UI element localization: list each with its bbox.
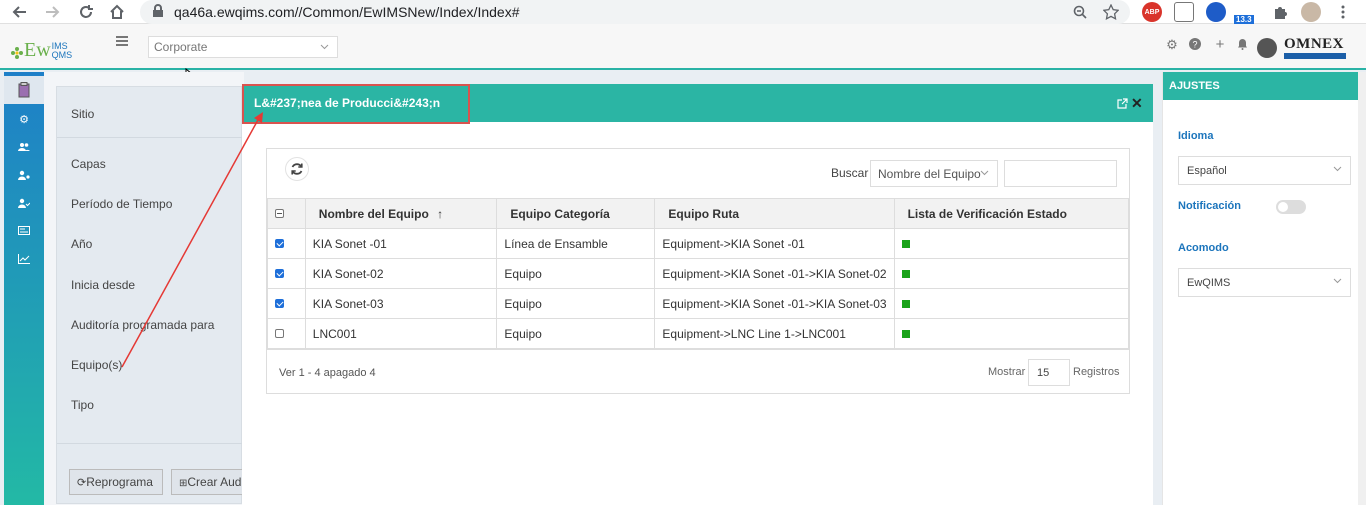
language-select[interactable]: Español [1178,156,1351,185]
toggle-knob [1278,202,1288,212]
notification-toggle[interactable] [1276,200,1306,214]
notification-label: Notificación [1178,200,1241,212]
layout-select-value: EwQIMS [1187,277,1231,289]
language-label: Idioma [1178,130,1214,142]
layout-select[interactable]: EwQIMS [1178,268,1351,297]
language-select-value: Español [1187,165,1227,177]
settings-header: AJUSTES [1163,72,1366,100]
layout-label: Acomodo [1178,242,1229,254]
chevron-down-icon [1333,166,1342,172]
settings-panel: AJUSTES Idioma Español Notificación Acom… [1162,72,1366,505]
page-scrollbar[interactable] [1358,72,1366,505]
chevron-down-icon [1333,278,1342,284]
